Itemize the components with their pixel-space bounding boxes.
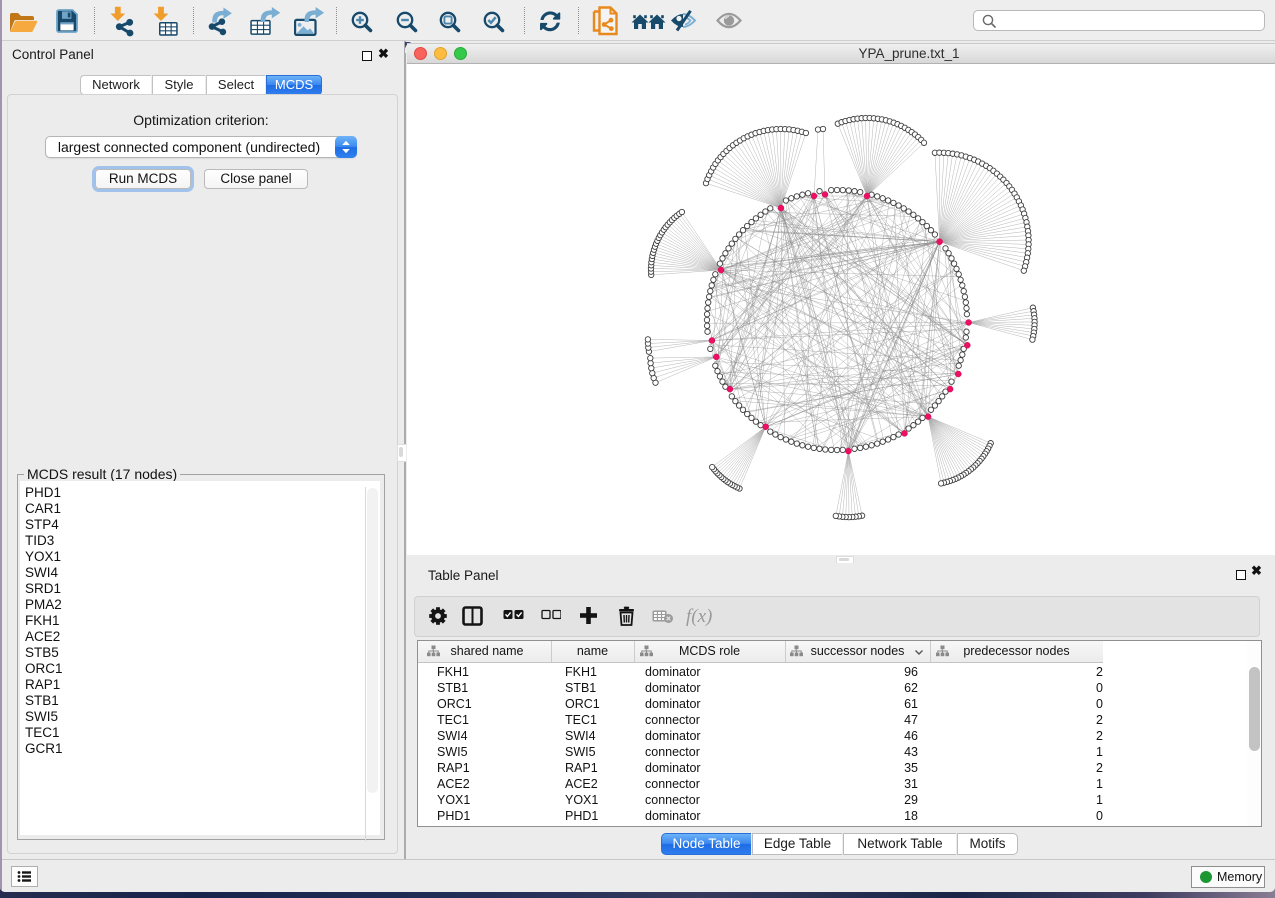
svg-text:f(x): f(x) bbox=[686, 606, 712, 627]
